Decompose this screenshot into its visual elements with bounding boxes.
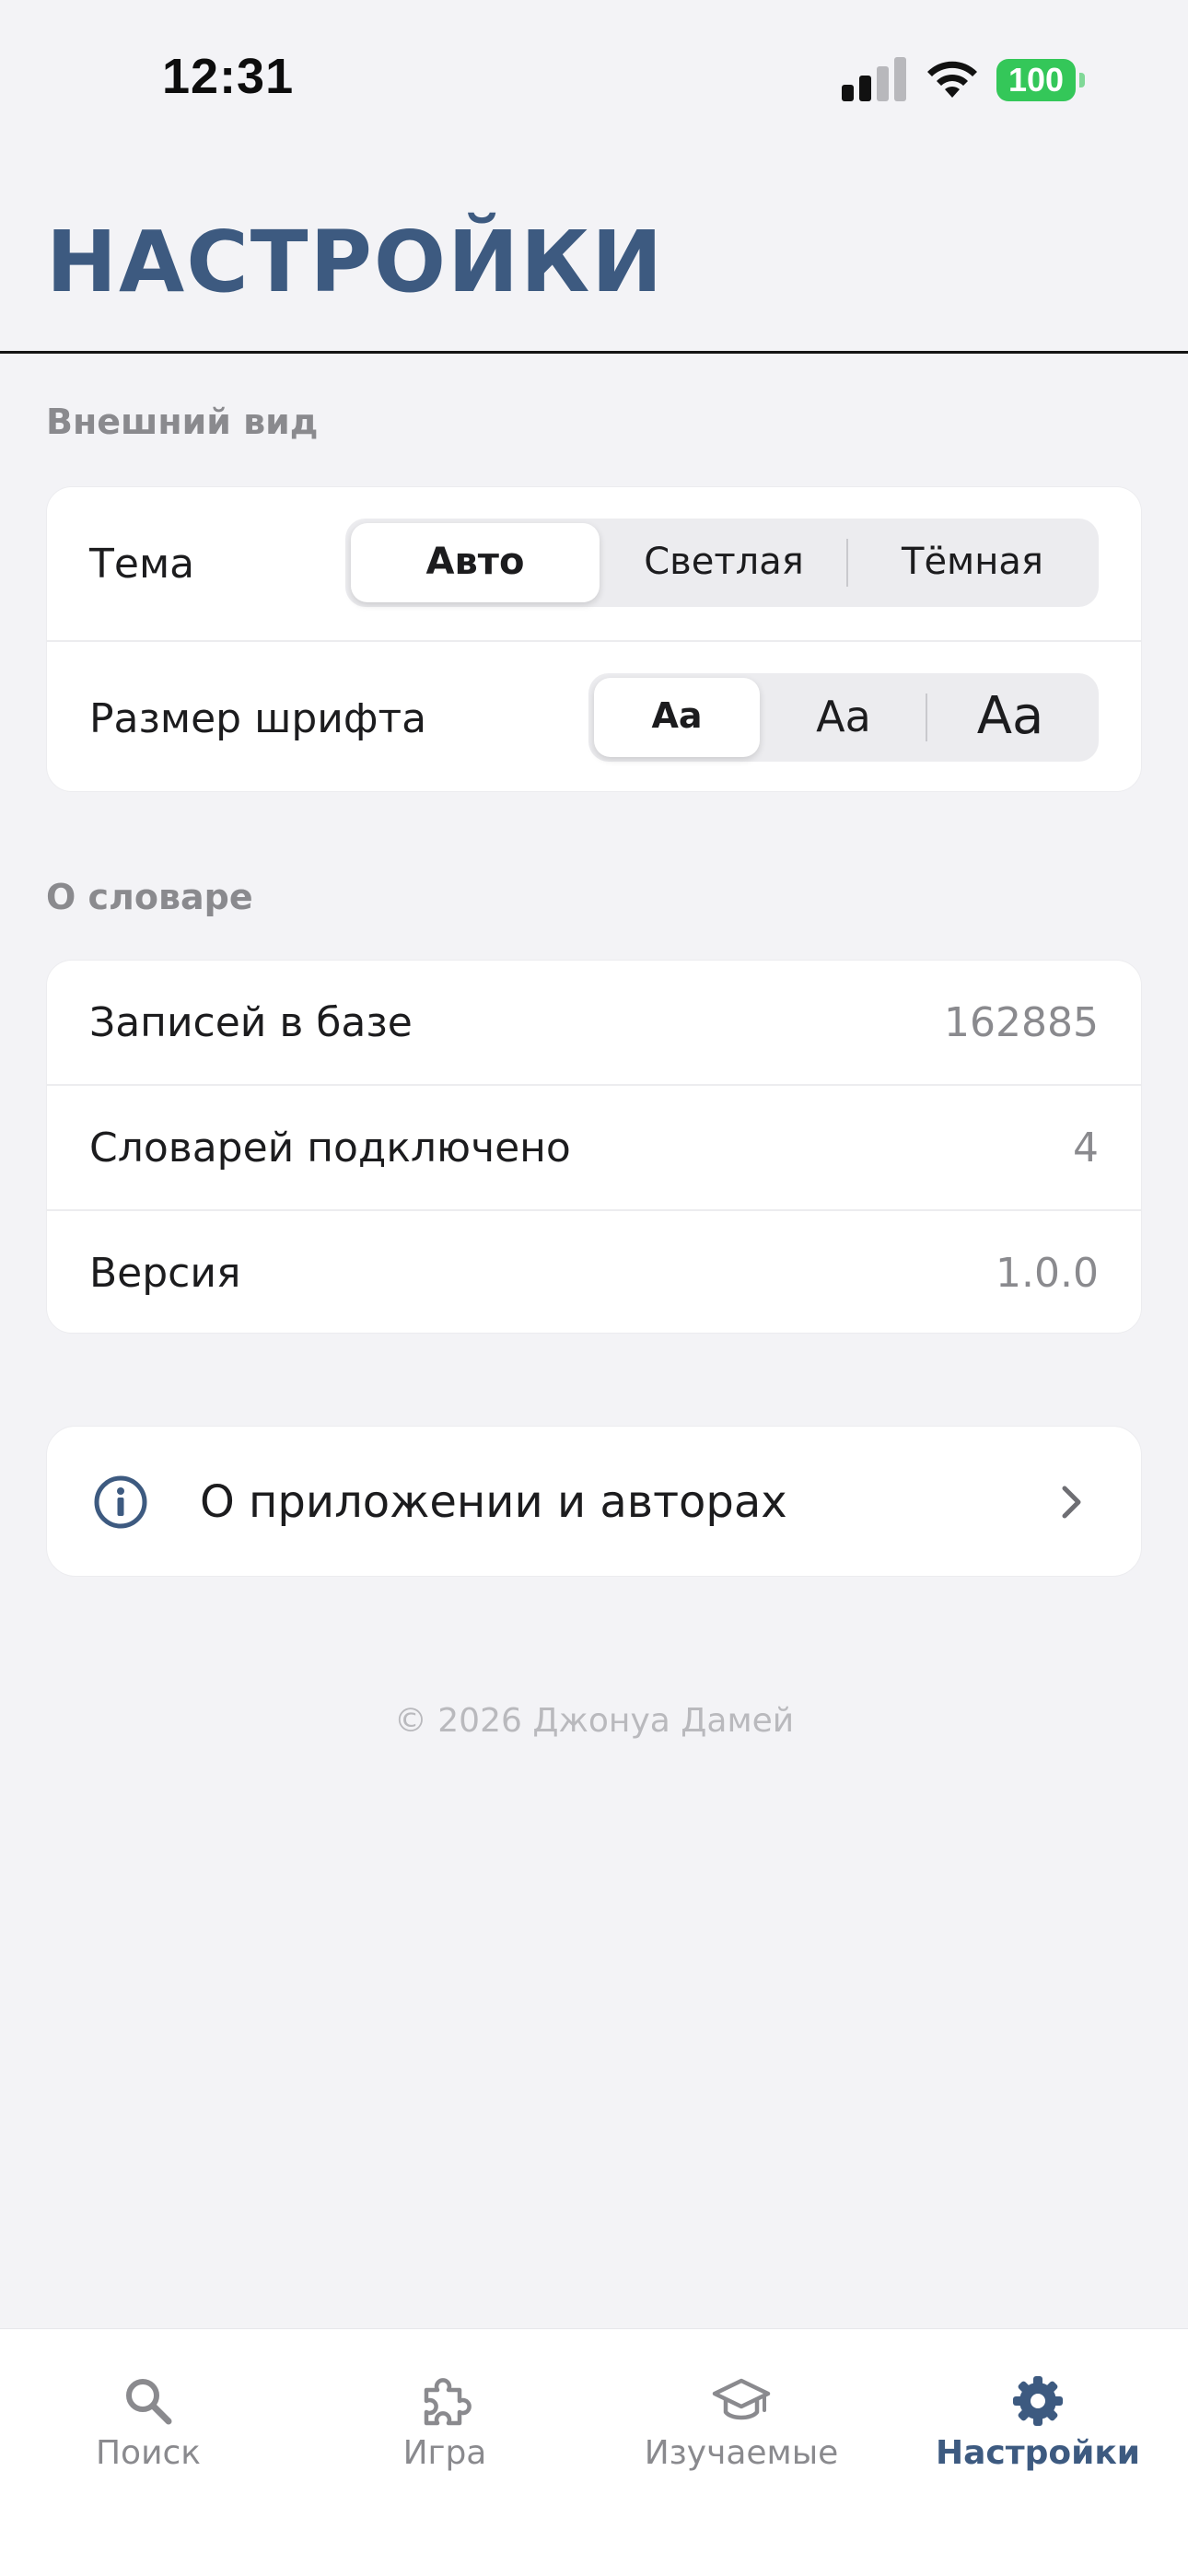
theme-segmented-control[interactable]: Авто Светлая Тёмная <box>345 519 1099 607</box>
list-item: Версия 1.0.0 <box>47 1211 1141 1335</box>
dictionaries-label: Словарей подключено <box>89 1125 571 1171</box>
theme-option-dark[interactable]: Тёмная <box>848 541 1097 583</box>
tab-search[interactable]: Поиск <box>0 2348 297 2486</box>
dictionary-card: Записей в базе 162885 Словарей подключен… <box>46 960 1142 1334</box>
tab-settings[interactable]: Настройки <box>890 2348 1186 2486</box>
page-title: НАСТРОЙКИ <box>46 213 665 311</box>
font-size-option-large[interactable]: Aa <box>927 686 1093 746</box>
theme-row: Тема Авто Светлая Тёмная <box>47 487 1141 640</box>
tab-game-label: Игра <box>402 2434 487 2472</box>
about-app-label: О приложении и авторах <box>200 1476 787 1528</box>
cellular-signal-icon <box>842 57 906 101</box>
tab-learning[interactable]: Изучаемые <box>593 2348 890 2486</box>
section-label-appearance: Внешний вид <box>46 402 319 442</box>
gear-icon <box>1013 2376 1063 2426</box>
battery-level: 100 <box>996 59 1076 101</box>
tab-settings-label: Настройки <box>935 2434 1140 2472</box>
tab-search-label: Поиск <box>95 2434 202 2472</box>
version-label: Версия <box>89 1250 241 1297</box>
font-size-row: Размер шрифта Aa Aa Aa <box>47 642 1141 793</box>
tab-game[interactable]: Игра <box>297 2348 593 2486</box>
section-label-dictionary: О словаре <box>46 877 253 917</box>
wifi-icon <box>924 57 981 99</box>
font-size-option-medium[interactable]: Aa <box>760 692 927 741</box>
battery-icon: 100 <box>996 59 1085 101</box>
tab-bar: Поиск Игра Изучаемые Настройки <box>0 2328 1188 2576</box>
version-value: 1.0.0 <box>996 1250 1099 1297</box>
puzzle-icon <box>424 2378 472 2426</box>
records-label: Записей в базе <box>89 999 413 1046</box>
dictionaries-value: 4 <box>1073 1125 1099 1171</box>
list-item: Словарей подключено 4 <box>47 1086 1141 1209</box>
header-divider <box>0 351 1188 354</box>
info-circle-icon <box>93 1474 148 1530</box>
chevron-right-icon <box>1060 1484 1084 1521</box>
theme-option-light[interactable]: Светлая <box>600 541 848 583</box>
list-item: Записей в базе 162885 <box>47 961 1141 1084</box>
about-app-button[interactable]: О приложении и авторах <box>46 1426 1142 1577</box>
graduation-cap-icon <box>712 2378 771 2420</box>
theme-option-auto[interactable]: Авто <box>351 541 600 583</box>
records-value: 162885 <box>944 999 1099 1046</box>
theme-label: Тема <box>89 541 195 588</box>
font-size-label: Размер шрифта <box>89 695 427 742</box>
tab-learning-label: Изучаемые <box>644 2434 839 2472</box>
font-size-option-small[interactable]: Aa <box>594 695 760 736</box>
status-time: 12:31 <box>162 49 295 104</box>
search-icon <box>126 2379 172 2425</box>
font-size-segmented-control[interactable]: Aa Aa Aa <box>588 673 1099 762</box>
appearance-card: Тема Авто Светлая Тёмная Размер шрифта A… <box>46 486 1142 792</box>
copyright-text: © 2026 Джонуа Дамей <box>393 1702 795 1740</box>
